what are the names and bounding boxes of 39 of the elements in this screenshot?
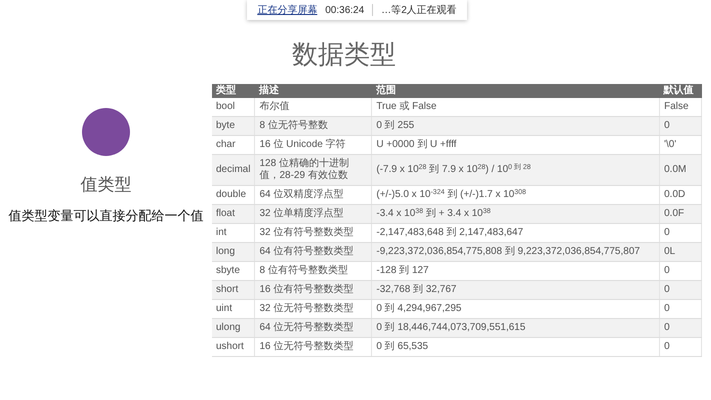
table-cell: 128 位精确的十进制值，28-29 有效位数 bbox=[254, 154, 372, 186]
table-cell: 64 位无符号整数类型 bbox=[254, 318, 372, 338]
table-cell: 0 到 18,446,744,073,709,551,615 bbox=[372, 318, 660, 338]
table-cell: 0 到 65,535 bbox=[372, 338, 660, 356]
table-cell: 8 位无符号整数 bbox=[254, 116, 372, 136]
table-cell: 0 bbox=[660, 318, 702, 338]
circle-label: 值类型 bbox=[80, 174, 132, 196]
table-cell: 0.0F bbox=[660, 204, 702, 224]
column-header: 类型 bbox=[212, 84, 255, 98]
table-cell: decimal bbox=[212, 154, 255, 186]
share-status-text: 正在分享屏幕 bbox=[257, 4, 318, 18]
table-cell: -3.4 x 10$^{38}$ 到 + 3.4 x 10$^{38}$ bbox=[372, 204, 660, 224]
table-cell: 16 位有符号整数类型 bbox=[254, 280, 372, 300]
table-cell: 16 位无符号整数类型 bbox=[254, 338, 372, 356]
column-header: 范围 bbox=[372, 84, 660, 98]
column-header: 描述 bbox=[254, 84, 372, 98]
table-cell: ushort bbox=[212, 338, 255, 356]
table-cell: float bbox=[212, 204, 255, 224]
page-title: 数据类型 bbox=[291, 38, 397, 71]
table-cell: 0 bbox=[660, 338, 702, 356]
table-cell: long bbox=[212, 242, 255, 262]
table-cell: short bbox=[212, 280, 255, 300]
table-cell: 0.0M bbox=[660, 154, 702, 186]
table-cell: ulong bbox=[212, 318, 255, 338]
table-cell: 0L bbox=[660, 242, 702, 262]
table-cell: (-7.9 x 10$^{28}$ 到 7.9 x 10$^{28}$) / 10$^{0 到 28}$ bbox=[372, 154, 660, 186]
circle-icon bbox=[82, 108, 130, 156]
column-header: 默认值 bbox=[660, 84, 702, 98]
table-cell: 0 到 255 bbox=[372, 116, 660, 136]
table-cell: -9,223,372,036,854,775,808 到 9,223,372,036,854,775,807 bbox=[372, 242, 660, 262]
description-text: 值类型变量可以直接分配给一个值 bbox=[8, 206, 204, 224]
table-cell: -32,768 到 32,767 bbox=[372, 280, 660, 300]
table-cell: 0 bbox=[660, 280, 702, 300]
table-cell: byte bbox=[212, 116, 255, 136]
table-cell: 32 位单精度浮点型 bbox=[254, 204, 372, 224]
viewers-text: …等2人正在观看 bbox=[381, 4, 457, 18]
timer-text: 00:36:24 bbox=[325, 4, 364, 18]
table-cell: 0 bbox=[660, 116, 702, 136]
table-cell: 64 位有符号整数类型 bbox=[254, 242, 372, 262]
